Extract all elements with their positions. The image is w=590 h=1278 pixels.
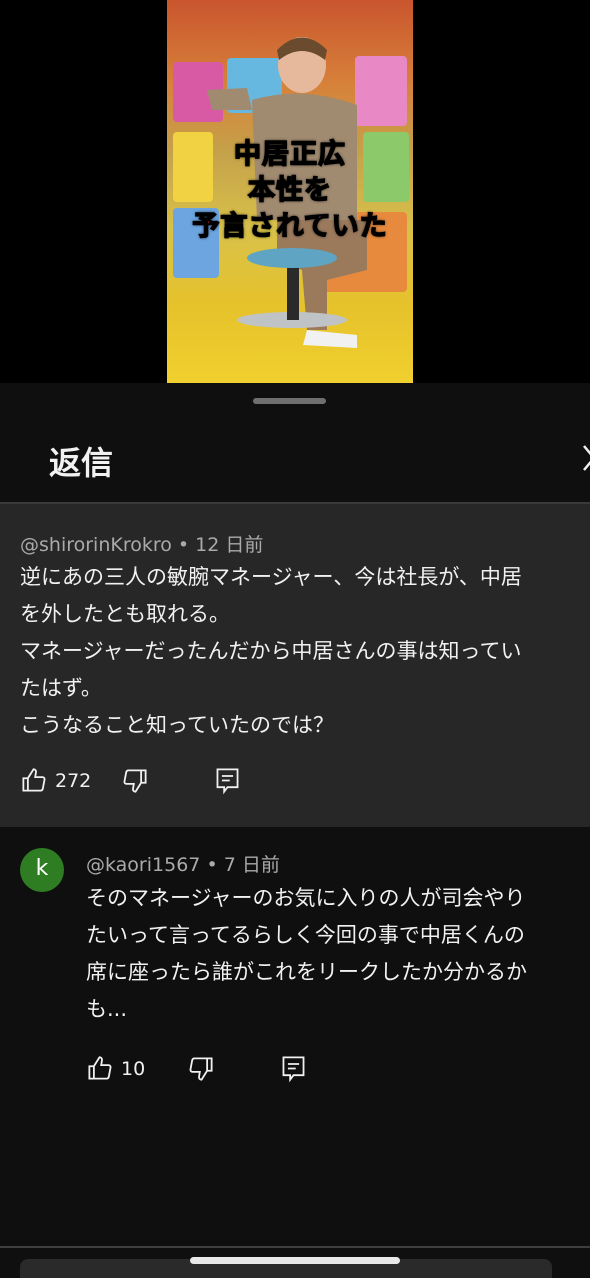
reply-meta: @kaori1567 • 7 日前 bbox=[86, 850, 280, 877]
video-caption-line: 予言されていた bbox=[192, 210, 388, 243]
avatar[interactable]: k bbox=[20, 848, 64, 892]
sheet-title: 返信 bbox=[49, 444, 114, 482]
drag-handle[interactable] bbox=[253, 398, 326, 404]
reply-text-line: も... bbox=[86, 997, 128, 1021]
meta-separator: • bbox=[206, 854, 224, 876]
meta-separator: • bbox=[177, 534, 196, 556]
comment-meta: @shirorinKrokro • 12 日前 bbox=[20, 530, 263, 557]
reply-author[interactable]: @kaori1567 bbox=[86, 854, 200, 876]
video-player[interactable]: 中居正広 本性を 予言されていた bbox=[0, 0, 590, 383]
chevron-right-icon[interactable] bbox=[578, 441, 590, 475]
reply-icon[interactable] bbox=[214, 766, 241, 795]
comment-text-line: たはず。 bbox=[20, 676, 102, 700]
thumb-down-icon[interactable] bbox=[122, 767, 149, 794]
like-button[interactable]: 10 bbox=[86, 1055, 145, 1082]
like-button[interactable]: 272 bbox=[20, 767, 91, 794]
replies-sheet: 返信 @shirorinKrokro • 12 日前 逆にあの三人の敏腕マネージ… bbox=[0, 383, 590, 1278]
thumb-down-icon[interactable] bbox=[188, 1055, 215, 1082]
comment-author[interactable]: @shirorinKrokro bbox=[20, 534, 172, 556]
reply-icon[interactable] bbox=[280, 1054, 307, 1083]
like-count: 272 bbox=[55, 769, 92, 792]
reply-text-line: たいって言ってるらしく今回の事で中居くんの bbox=[86, 923, 525, 947]
video-frame[interactable]: 中居正広 本性を 予言されていた bbox=[167, 0, 413, 383]
reply-text-line: 席に座ったら誰がこれをリークしたか分かるか bbox=[86, 960, 527, 984]
thumb-up-icon bbox=[22, 768, 46, 792]
home-indicator[interactable] bbox=[190, 1257, 400, 1264]
comment-text-line: こうなること知っていたのでは？ bbox=[20, 713, 334, 737]
comment-text-line: マネージャーだったんだから中居さんの事は知ってい bbox=[20, 639, 522, 663]
reply-time: 7 日前 bbox=[223, 854, 280, 876]
video-caption-line: 中居正広 bbox=[233, 138, 346, 171]
parent-comment: @shirorinKrokro • 12 日前 逆にあの三人の敏腕マネージャー、… bbox=[0, 504, 590, 827]
thumb-up-icon bbox=[88, 1056, 112, 1080]
video-caption-line: 本性を bbox=[247, 174, 332, 207]
comment-text-line: 逆にあの三人の敏腕マネージャー、今は社長が、中居 bbox=[20, 565, 522, 589]
reply-text-line: そのマネージャーのお気に入りの人が司会やり bbox=[86, 886, 526, 910]
comment-time: 12 日前 bbox=[195, 534, 264, 556]
like-count: 10 bbox=[121, 1057, 146, 1080]
bottom-divider bbox=[0, 1246, 590, 1248]
comment-text-line: を外したとも取れる。 bbox=[20, 602, 230, 626]
